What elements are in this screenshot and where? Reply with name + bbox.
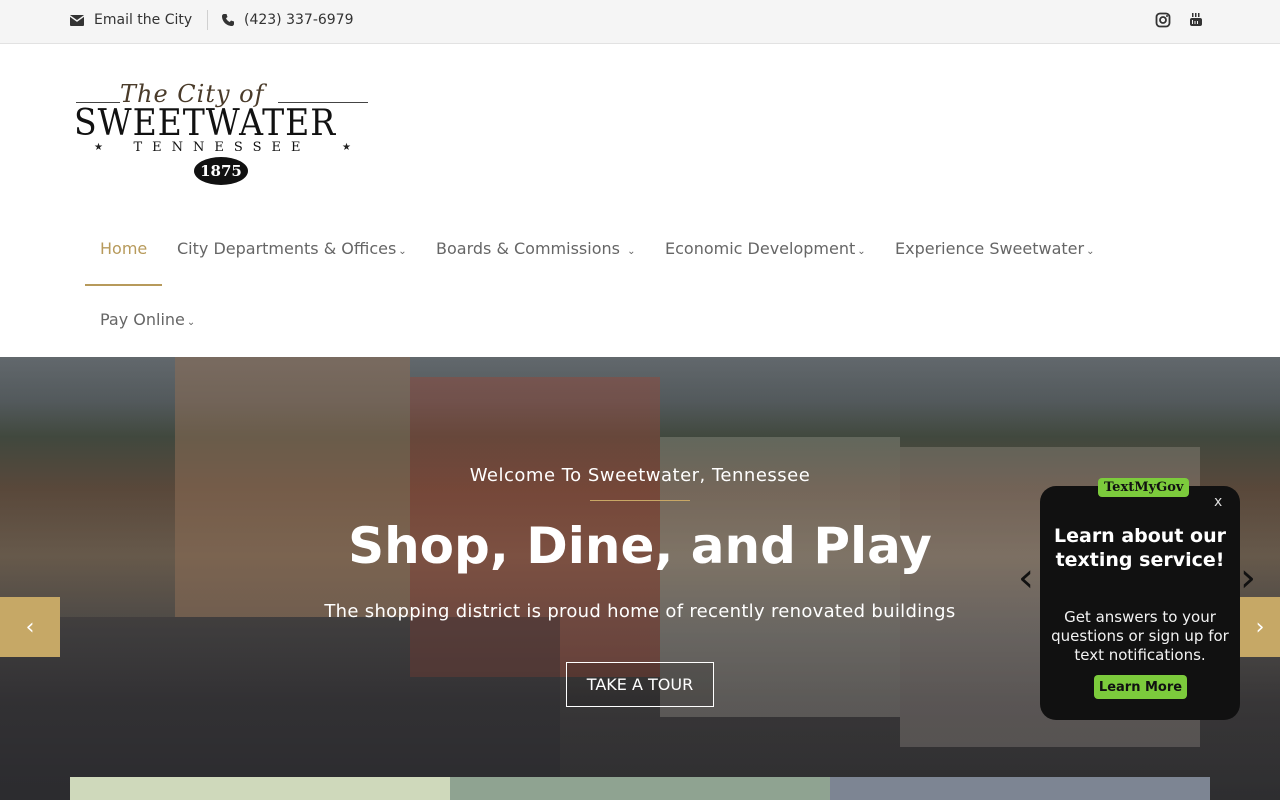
chevron-down-icon: ⌄ — [627, 246, 636, 257]
nav-item-label: Boards & Commissions — [436, 239, 620, 258]
nav-item-label: City Departments & Offices — [177, 239, 397, 258]
nav-item-pay-online[interactable]: Pay Online ⌄ — [100, 310, 195, 329]
textmygov-popup: TextMyGov x Learn about our texting serv… — [1040, 478, 1240, 720]
nav-item-home[interactable]: Home — [100, 239, 147, 258]
popup-title: Learn about our texting service! — [1054, 525, 1226, 571]
learn-more-button[interactable]: Learn More — [1094, 675, 1187, 699]
hero-background-building — [175, 357, 410, 617]
nav-active-underline — [85, 284, 162, 286]
envelope-icon — [70, 14, 84, 26]
phone-icon — [222, 14, 234, 26]
chevron-down-icon: ⌄ — [1086, 246, 1095, 257]
city-logo[interactable]: The City of SWEETWATER ★ TENNESSEE ★ 187… — [72, 78, 372, 188]
popup-body: Get answers to your questions or sign up… — [1051, 608, 1229, 664]
hero-background-street — [0, 617, 560, 800]
hero-welcome-text: Welcome To Sweetwater, Tennessee — [469, 465, 811, 486]
chevron-left-icon: ‹ — [25, 614, 35, 640]
email-city-label: Email the City — [94, 12, 193, 28]
phone-label: (423) 337-6979 — [244, 12, 354, 28]
nav-item-economic-development[interactable]: Economic Development ⌄ — [665, 239, 866, 258]
nav-item-city-departments[interactable]: City Departments & Offices ⌄ — [177, 239, 407, 258]
close-icon[interactable]: x — [1214, 494, 1222, 510]
logo-year-badge: 1875 — [194, 157, 248, 185]
chevron-down-icon: ⌄ — [398, 246, 407, 257]
instagram-icon[interactable] — [1155, 12, 1171, 28]
take-a-tour-button[interactable]: TAKE A TOUR — [566, 662, 714, 707]
nav-item-experience-sweetwater[interactable]: Experience Sweetwater ⌄ — [895, 239, 1095, 258]
feature-tile[interactable] — [70, 777, 450, 800]
nav-item-boards-commissions[interactable]: Boards & Commissions ⌄ — [436, 239, 635, 258]
popup-chevron-left-icon: ‹ — [1018, 555, 1034, 601]
feature-tile[interactable] — [450, 777, 830, 800]
youtube-icon[interactable] — [1188, 12, 1204, 28]
topbar-divider — [207, 10, 208, 30]
textmygov-logo: TextMyGov — [1098, 478, 1190, 497]
popup-chevron-right-icon: › — [1240, 555, 1256, 601]
logo-main-text: SWEETWATER — [74, 103, 337, 144]
logo-sub-text: TENNESSEE — [133, 140, 311, 155]
slider-prev-button[interactable]: ‹ — [0, 597, 60, 657]
logo-star-icon: ★ — [342, 142, 351, 153]
hero-divider — [590, 500, 690, 501]
chevron-down-icon: ⌄ — [186, 317, 196, 328]
nav-item-label: Economic Development — [665, 239, 856, 258]
email-city-link[interactable]: Email the City — [70, 0, 192, 40]
feature-tile[interactable] — [830, 777, 1210, 800]
phone-link[interactable]: (423) 337-6979 — [222, 0, 354, 40]
chevron-right-icon: › — [1255, 614, 1265, 640]
slider-next-button[interactable]: › — [1240, 597, 1280, 657]
chevron-down-icon: ⌄ — [857, 246, 866, 257]
nav-item-label: Experience Sweetwater — [895, 239, 1085, 258]
nav-item-label: Pay Online — [100, 310, 185, 329]
top-utility-bar: Email the City (423) 337-6979 — [0, 0, 1280, 44]
nav-item-label: Home — [100, 239, 148, 258]
